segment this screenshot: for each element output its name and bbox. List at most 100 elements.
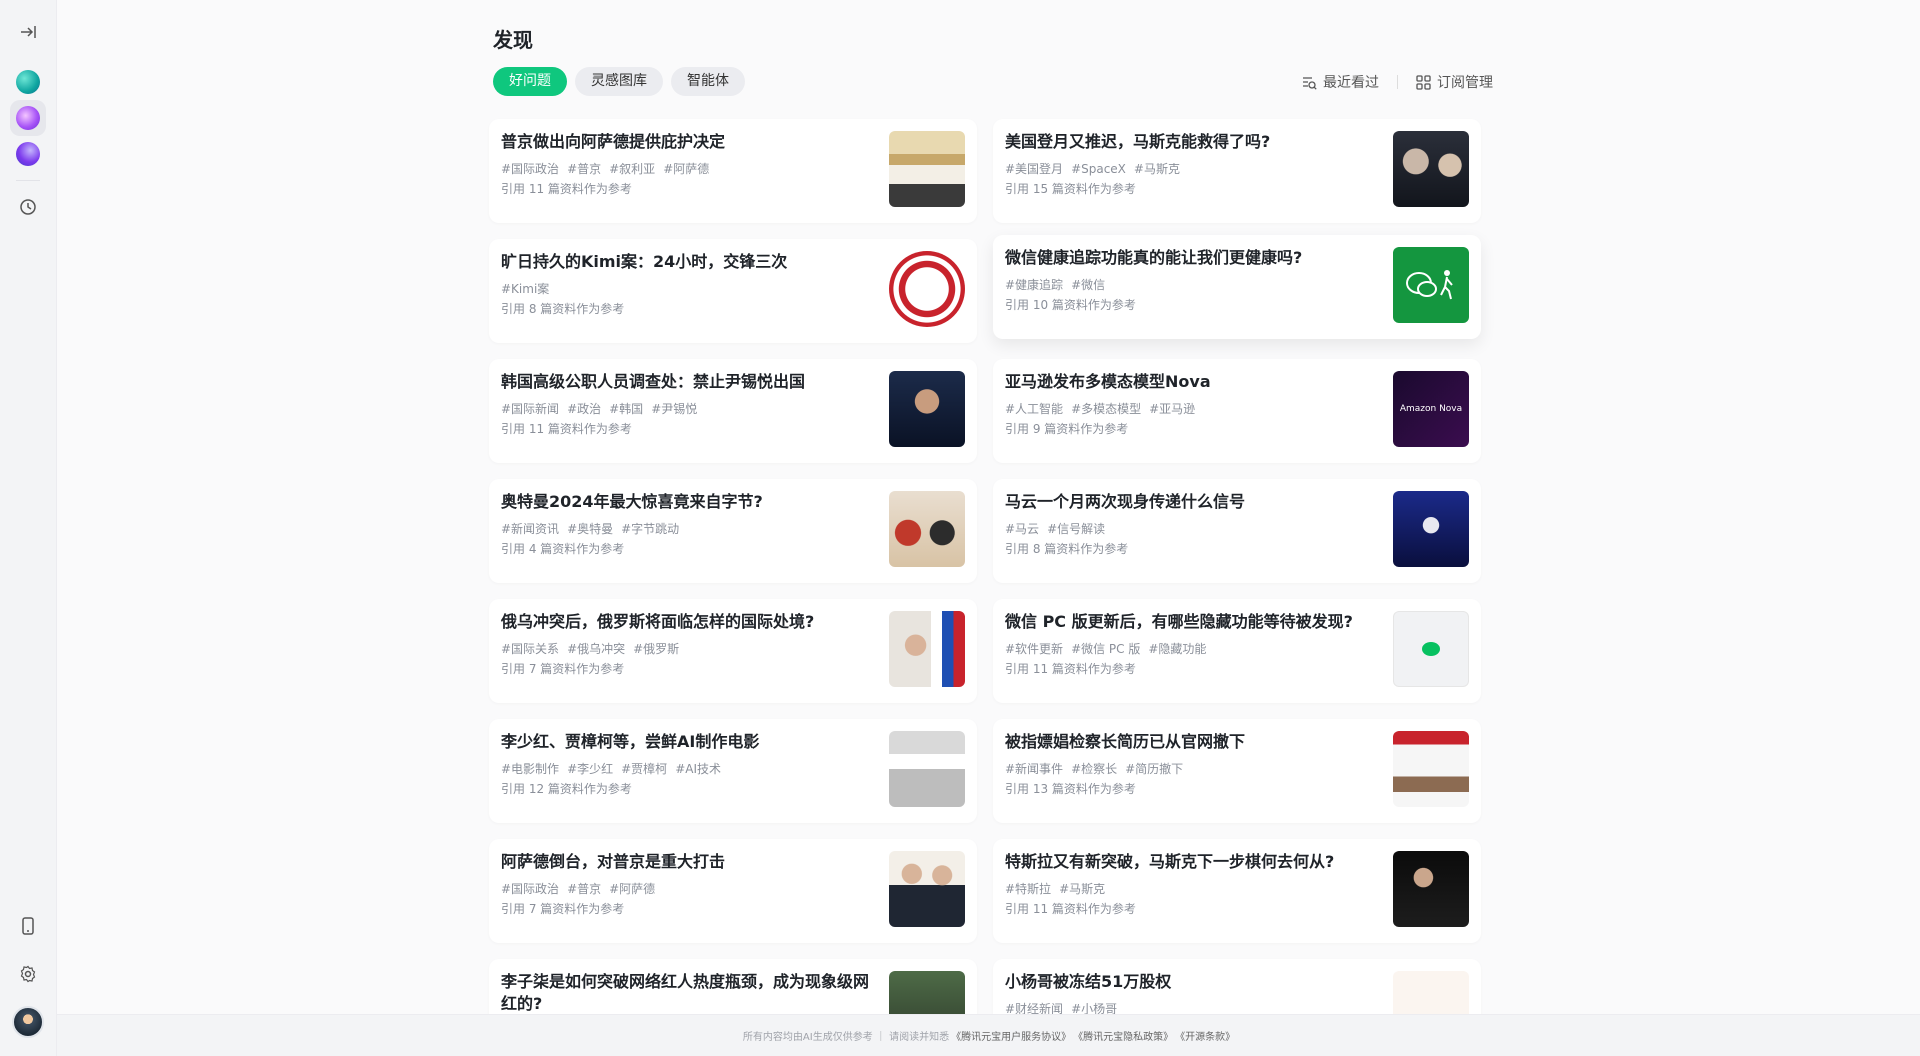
question-card[interactable]: 微信 PC 版更新后，有哪些隐藏功能等待被发现? #软件更新 #微信 PC 版 #隐… [993,599,1481,703]
tag[interactable]: #微信 PC 版 [1071,642,1140,656]
card-title: 俄乌冲突后，俄罗斯将面临怎样的国际处境? [501,612,815,631]
tag[interactable]: #AI技术 [675,762,721,776]
question-card[interactable]: 亚马逊发布多模态模型Nova #人工智能 #多模态模型 #亚马逊 引用 9 篇资料作… [993,359,1481,463]
tag[interactable]: #国际新闻 [501,402,559,416]
tag[interactable]: #普京 [567,882,601,896]
card-title: 阿萨德倒台，对普京是重大打击 [501,852,726,871]
toolbar-divider [1397,75,1398,89]
discover-app-button[interactable] [10,100,46,136]
open-source-terms-link[interactable]: 《开源条款》 [1175,1028,1235,1043]
question-card[interactable]: 被指嫖娼检察长简历已从官网撤下 #新闻事件 #检察长 #简历撤下 引用 13 篇资料… [993,719,1481,823]
question-card[interactable]: 韩国高级公职人员调查处：禁止尹锡悦出国 #国际新闻 #政治 #韩国 #尹锡悦 引用 1… [489,359,977,463]
question-card[interactable]: 特斯拉又有新突破，马斯克下一步棋何去何从? #特斯拉 #马斯克 引用 11 篇资料… [993,839,1481,943]
tag[interactable]: #马斯克 [1059,882,1105,896]
card-tags: #马云 #信号解读 [1005,520,1375,537]
recent-viewed-label: 最近看过 [1323,75,1379,91]
tab-agents[interactable]: 智能体 [671,67,745,96]
tag[interactable]: #国际关系 [501,642,559,656]
question-card[interactable]: 马云一个月两次现身传递什么信号 #马云 #信号解读 引用 8 篇资料作为参考 [993,479,1481,583]
card-tags: #特斯拉 #马斯克 [1005,880,1375,897]
tag[interactable]: #马云 [1005,522,1039,536]
user-avatar-button[interactable] [10,1004,46,1040]
card-reference-count: 引用 8 篇资料作为参考 [501,302,625,316]
tag[interactable]: #简历撤下 [1125,762,1183,776]
tag[interactable]: #普京 [567,162,601,176]
wechat-logo-icon [1422,642,1440,656]
grid-icon [1416,74,1431,90]
tag[interactable]: #尹锡悦 [651,402,697,416]
tag[interactable]: #SpaceX [1071,162,1126,176]
tab-inspiration-gallery[interactable]: 灵感图库 [575,67,663,96]
tag[interactable]: #亚马逊 [1149,402,1195,416]
tag[interactable]: #国际政治 [501,162,559,176]
tag[interactable]: #李少红 [567,762,613,776]
user-agreement-link[interactable]: 《腾讯元宝用户服务协议》 [951,1028,1071,1043]
tag[interactable]: #俄乌冲突 [567,642,625,656]
card-title: 特斯拉又有新突破，马斯克下一步棋何去何从? [1005,852,1335,871]
tag[interactable]: #韩国 [609,402,643,416]
tag[interactable]: #贾樟柯 [621,762,667,776]
question-card[interactable]: 普京做出向阿萨德提供庇护决定 #国际政治 #普京 #叙利亚 #阿萨德 引用 11 篇资… [489,119,977,223]
tag[interactable]: #奥特曼 [567,522,613,536]
tag[interactable]: #检察长 [1071,762,1117,776]
tag[interactable]: #政治 [567,402,601,416]
recent-viewed-button[interactable]: 最近看过 [1302,72,1379,92]
history-button[interactable] [10,189,46,225]
settings-button[interactable] [10,956,46,992]
privacy-policy-link[interactable]: 《腾讯元宝隐私政策》 [1073,1028,1173,1043]
page-title: 发现 [493,28,533,52]
tag[interactable]: #马斯克 [1134,162,1180,176]
tag[interactable]: #俄罗斯 [633,642,679,656]
tab-good-questions[interactable]: 好问题 [493,67,567,96]
expand-sidebar-button[interactable] [10,14,46,50]
tag[interactable]: #软件更新 [1005,642,1063,656]
card-tags: #美国登月 #SpaceX #马斯克 [1005,160,1375,177]
tag[interactable]: #人工智能 [1005,402,1063,416]
tag[interactable]: #阿萨德 [609,882,655,896]
card-title: 被指嫖娼检察长简历已从官网撤下 [1005,732,1246,751]
tag[interactable]: #信号解读 [1047,522,1105,536]
subscription-manage-label: 订阅管理 [1437,75,1493,91]
tag[interactable]: #新闻事件 [1005,762,1063,776]
tag[interactable]: #多模态模型 [1071,402,1141,416]
card-title: 微信 PC 版更新后，有哪些隐藏功能等待被发现? [1005,612,1353,631]
tag[interactable]: #叙利亚 [609,162,655,176]
tag[interactable]: #Kimi案 [501,282,549,296]
tag[interactable]: #微信 [1071,278,1105,292]
question-card[interactable]: 旷日持久的Kimi案：24小时，交锋三次 #Kimi案 引用 8 篇资料作为参考 [489,239,977,343]
card-reference-count: 引用 13 篇资料作为参考 [1005,782,1136,796]
card-thumbnail [889,491,965,567]
recent-list-icon [1303,76,1317,90]
question-card[interactable]: 美国登月又推迟，马斯克能救得了吗? #美国登月 #SpaceX #马斯克 引用 15… [993,119,1481,223]
agent-logo-icon [16,142,40,166]
mobile-app-button[interactable] [10,908,46,944]
card-tags: #新闻事件 #检察长 #简历撤下 [1005,760,1375,777]
card-thumbnail [1393,611,1469,687]
card-tags: #人工智能 #多模态模型 #亚马逊 [1005,400,1375,417]
tag[interactable]: #隐藏功能 [1148,642,1206,656]
agent-app-button[interactable] [10,136,46,172]
footer-disclaimer: 所有内容均由AI生成仅供参考 ｜ 请阅读并知悉 [742,1032,950,1043]
phone-icon [22,917,34,935]
tag[interactable]: #字节跳动 [621,522,679,536]
tag[interactable]: #健康追踪 [1005,278,1063,292]
question-card-grid: 普京做出向阿萨德提供庇护决定 #国际政治 #普京 #叙利亚 #阿萨德 引用 11 篇资… [489,119,1481,1056]
question-card[interactable]: 李少红、贾樟柯等，尝鲜AI制作电影 #电影制作 #李少红 #贾樟柯 #AI技术 引用 … [489,719,977,823]
tag[interactable]: #美国登月 [1005,162,1063,176]
subscription-manage-button[interactable]: 订阅管理 [1416,72,1493,92]
tag[interactable]: #电影制作 [501,762,559,776]
card-thumbnail [889,371,965,447]
tag[interactable]: #国际政治 [501,882,559,896]
tag[interactable]: #新闻资讯 [501,522,559,536]
tag[interactable]: #阿萨德 [663,162,709,176]
question-card[interactable]: 阿萨德倒台，对普京是重大打击 #国际政治 #普京 #阿萨德 引用 7 篇资料作为参考 [489,839,977,943]
yuanbao-app-button[interactable] [10,64,46,100]
avatar [12,1006,44,1038]
expand-icon [21,26,36,38]
question-card[interactable]: 奥特曼2024年最大惊喜竟来自字节? #新闻资讯 #奥特曼 #字节跳动 引用 4 篇… [489,479,977,583]
question-card[interactable]: 微信健康追踪功能真的能让我们更健康吗? #健康追踪 #微信 引用 10 篇资料作为… [993,235,1481,339]
question-card[interactable]: 俄乌冲突后，俄罗斯将面临怎样的国际处境? #国际关系 #俄乌冲突 #俄罗斯 引用 7… [489,599,977,703]
card-title: 李子柒是如何突破网络红人热度瓶颈，成为现象级网红的? [501,972,870,1013]
tag[interactable]: #特斯拉 [1005,882,1051,896]
card-tags: #国际新闻 #政治 #韩国 #尹锡悦 [501,400,871,417]
